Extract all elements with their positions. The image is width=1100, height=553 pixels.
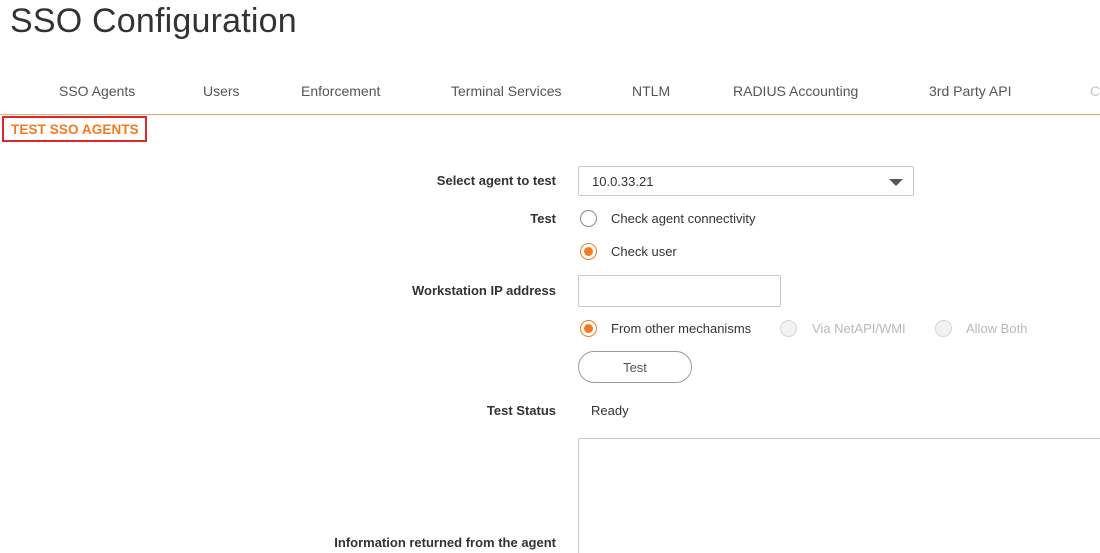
tab-enforcement[interactable]: Enforcement bbox=[301, 83, 380, 99]
tab-3rd-party-api[interactable]: 3rd Party API bbox=[929, 83, 1011, 99]
radio-label-check-agent-connectivity: Check agent connectivity bbox=[611, 211, 756, 226]
radio-label-check-user: Check user bbox=[611, 244, 677, 259]
radio-check-user[interactable] bbox=[580, 243, 597, 260]
radio-from-other-mechanisms[interactable] bbox=[580, 320, 597, 337]
radio-label-from-other-mechanisms: From other mechanisms bbox=[611, 321, 752, 336]
radio-allow-both[interactable] bbox=[935, 320, 952, 337]
test-status-label: Test Status bbox=[486, 403, 556, 418]
test-status-value: Ready bbox=[591, 403, 629, 418]
tab-overflow[interactable]: C bbox=[1090, 83, 1100, 99]
tab-terminal-services[interactable]: Terminal Services bbox=[451, 83, 561, 99]
page-title: SSO Configuration bbox=[10, 2, 297, 40]
chevron-down-icon bbox=[889, 179, 903, 186]
agent-select[interactable]: 10.0.33.21 bbox=[578, 166, 914, 196]
workstation-ip-input[interactable] bbox=[578, 275, 781, 307]
tab-bar: SSO Agents Users Enforcement Terminal Se… bbox=[0, 80, 1100, 115]
tab-users[interactable]: Users bbox=[203, 83, 240, 99]
radio-label-via-netapi-wmi: Via NetAPI/WMI bbox=[812, 321, 906, 336]
section-title: TEST SSO AGENTS bbox=[2, 116, 147, 142]
agent-select-label: Select agent to test bbox=[436, 173, 556, 188]
radio-label-allow-both: Allow Both bbox=[966, 321, 1028, 336]
radio-via-netapi-wmi[interactable] bbox=[780, 320, 797, 337]
tab-radius-accounting[interactable]: RADIUS Accounting bbox=[733, 83, 858, 99]
radio-check-agent-connectivity[interactable] bbox=[580, 210, 597, 227]
test-button[interactable]: Test bbox=[578, 351, 692, 383]
tab-ntlm[interactable]: NTLM bbox=[632, 83, 670, 99]
tab-sso-agents[interactable]: SSO Agents bbox=[59, 83, 135, 99]
workstation-ip-label: Workstation IP address bbox=[411, 283, 556, 298]
info-returned-textarea[interactable] bbox=[578, 438, 1100, 553]
sso-configuration-page: SSO Configuration SSO Agents Users Enfor… bbox=[0, 0, 1100, 553]
info-returned-label: Information returned from the agent bbox=[334, 535, 556, 550]
agent-select-value: 10.0.33.21 bbox=[592, 174, 654, 189]
test-label: Test bbox=[530, 211, 556, 226]
